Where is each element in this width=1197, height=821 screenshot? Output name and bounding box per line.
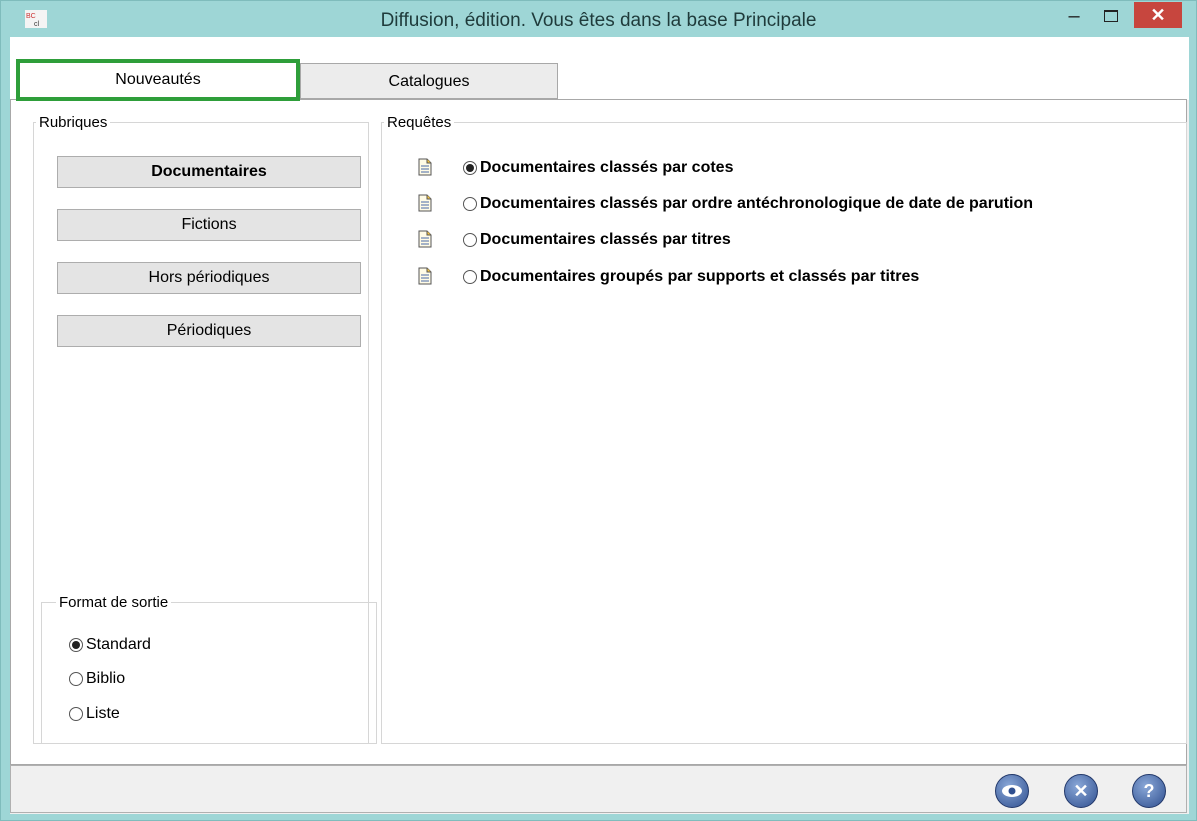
format-liste-option[interactable]: Liste bbox=[69, 705, 120, 723]
requetes-legend: Requêtes bbox=[387, 114, 452, 131]
close-window-button[interactable]: ✕ bbox=[1134, 2, 1182, 28]
tab-strip: Nouveautés Catalogues bbox=[10, 37, 1189, 101]
eye-icon bbox=[1002, 785, 1022, 797]
app-window: BC cl Diffusion, édition. Vous êtes dans… bbox=[0, 0, 1197, 821]
radio-standard[interactable] bbox=[69, 638, 83, 652]
requete-option-1[interactable]: Documentaires classés par cotes bbox=[463, 159, 733, 177]
radio-requete-1[interactable] bbox=[463, 161, 477, 175]
maximize-button[interactable] bbox=[1097, 7, 1123, 31]
tab-nouveautes[interactable]: Nouveautés bbox=[16, 59, 300, 101]
format-biblio-option[interactable]: Biblio bbox=[69, 670, 125, 688]
requete-label-1: Documentaires classés par cotes bbox=[480, 159, 734, 176]
question-icon: ? bbox=[1143, 781, 1155, 801]
help-button[interactable]: ? bbox=[1132, 774, 1166, 808]
window-title: Diffusion, édition. Vous êtes dans la ba… bbox=[380, 10, 817, 31]
radio-requete-3[interactable] bbox=[463, 233, 477, 247]
client-area: Nouveautés Catalogues Rubriques Document… bbox=[10, 37, 1189, 814]
radio-requete-4[interactable] bbox=[463, 270, 477, 284]
requete-option-4[interactable]: Documentaires groupés par supports et cl… bbox=[463, 268, 919, 286]
fictions-button[interactable]: Fictions bbox=[57, 209, 361, 241]
requete-option-3[interactable]: Documentaires classés par titres bbox=[463, 231, 731, 249]
format-biblio-label: Biblio bbox=[86, 670, 126, 687]
document-icon bbox=[418, 158, 432, 176]
document-icon bbox=[418, 230, 432, 248]
preview-button[interactable] bbox=[995, 774, 1029, 808]
requete-label-4: Documentaires groupés par supports et cl… bbox=[480, 268, 920, 285]
hors-periodiques-button[interactable]: Hors périodiques bbox=[57, 262, 361, 294]
radio-requete-2[interactable] bbox=[463, 197, 477, 211]
requete-option-2[interactable]: Documentaires classés par ordre antéchro… bbox=[463, 195, 1033, 213]
cancel-button[interactable]: ✕ bbox=[1064, 774, 1098, 808]
document-icon bbox=[418, 267, 432, 285]
format-legend: Format de sortie bbox=[59, 594, 169, 611]
tab-catalogues[interactable]: Catalogues bbox=[300, 63, 558, 99]
periodiques-button[interactable]: Périodiques bbox=[57, 315, 361, 347]
title-bar[interactable]: BC cl Diffusion, édition. Vous êtes dans… bbox=[1, 1, 1196, 37]
x-icon: ✕ bbox=[1073, 781, 1089, 801]
radio-biblio[interactable] bbox=[69, 672, 83, 686]
format-liste-label: Liste bbox=[86, 705, 120, 722]
tab-panel-nouveautes: Rubriques Documentaires Fictions Hors pé… bbox=[10, 99, 1187, 765]
documentaires-button[interactable]: Documentaires bbox=[57, 156, 361, 188]
requete-label-2: Documentaires classés par ordre antéchro… bbox=[480, 195, 1034, 212]
format-standard-option[interactable]: Standard bbox=[69, 636, 151, 654]
rubriques-legend: Rubriques bbox=[39, 114, 108, 131]
radio-liste[interactable] bbox=[69, 707, 83, 721]
format-standard-label: Standard bbox=[86, 636, 151, 653]
requete-label-3: Documentaires classés par titres bbox=[480, 231, 731, 248]
minimize-button[interactable]: – bbox=[1061, 6, 1087, 31]
bottom-toolbar: ✕ ? bbox=[10, 765, 1187, 813]
document-icon bbox=[418, 194, 432, 212]
